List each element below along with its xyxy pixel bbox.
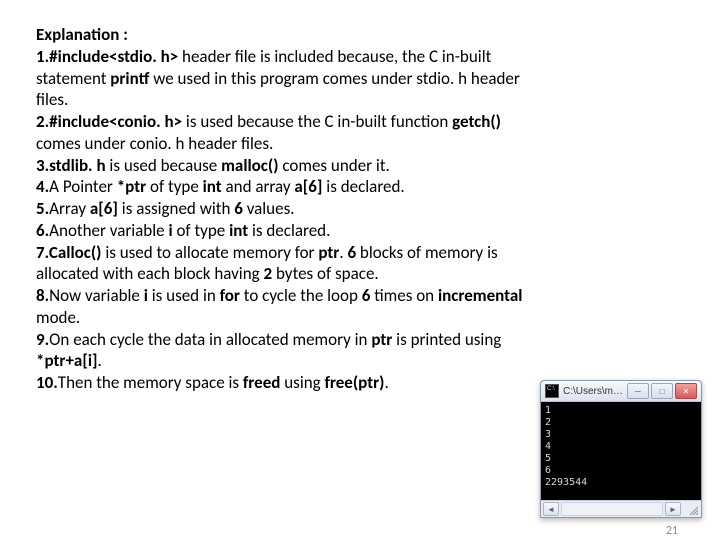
text-line: files. <box>36 89 684 111</box>
text-line: mode. <box>36 307 684 329</box>
scroll-track[interactable] <box>561 502 663 516</box>
text-line: 8.Now variable i is used in for to cycle… <box>36 285 684 307</box>
text-line: statement printf we used in this program… <box>36 68 684 90</box>
cmd-icon <box>545 384 559 398</box>
console-line: 1 <box>545 405 697 417</box>
resize-grip-icon[interactable] <box>683 502 699 516</box>
console-line: 6 <box>545 465 697 477</box>
text-line: comes under conio. h header files. <box>36 133 684 155</box>
text-line: 4.A Pointer *ptr of type int and array a… <box>36 176 684 198</box>
console-window: C:\Users\ma ... ─ □ ✕ 1234562293544 ◄ ► <box>540 380 702 518</box>
text-line: 7.Calloc() is used to allocate memory fo… <box>36 242 684 264</box>
text-line: 5.Array a[6] is assigned with 6 values. <box>36 198 684 220</box>
text-line: 2.#include<conio. h> is used because the… <box>36 111 684 133</box>
titlebar[interactable]: C:\Users\ma ... ─ □ ✕ <box>541 381 701 402</box>
scroll-left-icon[interactable]: ◄ <box>543 502 559 516</box>
console-line: 5 <box>545 453 697 465</box>
console-output: 1234562293544 <box>541 402 701 500</box>
explanation-text: Explanation : 1.#include<stdio. h> heade… <box>0 0 720 394</box>
text-line: 1.#include<stdio. h> header file is incl… <box>36 46 684 68</box>
console-line: 3 <box>545 429 697 441</box>
scroll-right-icon[interactable]: ► <box>665 502 681 516</box>
text-line: 6.Another variable i of type int is decl… <box>36 220 684 242</box>
window-title: C:\Users\ma ... <box>563 386 627 397</box>
console-line: 2293544 <box>545 477 697 489</box>
text-line: 3.stdlib. h is used because malloc() com… <box>36 155 684 177</box>
maximize-button[interactable]: □ <box>651 383 673 399</box>
text-line: 9.On each cycle the data in allocated me… <box>36 329 684 351</box>
horizontal-scrollbar[interactable]: ◄ ► <box>541 500 701 517</box>
page-number: 21 <box>666 524 678 538</box>
console-line: 4 <box>545 441 697 453</box>
text-line: allocated with each block having 2 bytes… <box>36 263 684 285</box>
minimize-button[interactable]: ─ <box>627 383 649 399</box>
console-line: 2 <box>545 417 697 429</box>
text-line: *ptr+a[i]. <box>36 350 684 372</box>
explanation-lines: 1.#include<stdio. h> header file is incl… <box>36 46 684 394</box>
close-button[interactable]: ✕ <box>675 383 697 399</box>
window-buttons: ─ □ ✕ <box>627 383 697 399</box>
heading: Explanation : <box>36 24 128 45</box>
